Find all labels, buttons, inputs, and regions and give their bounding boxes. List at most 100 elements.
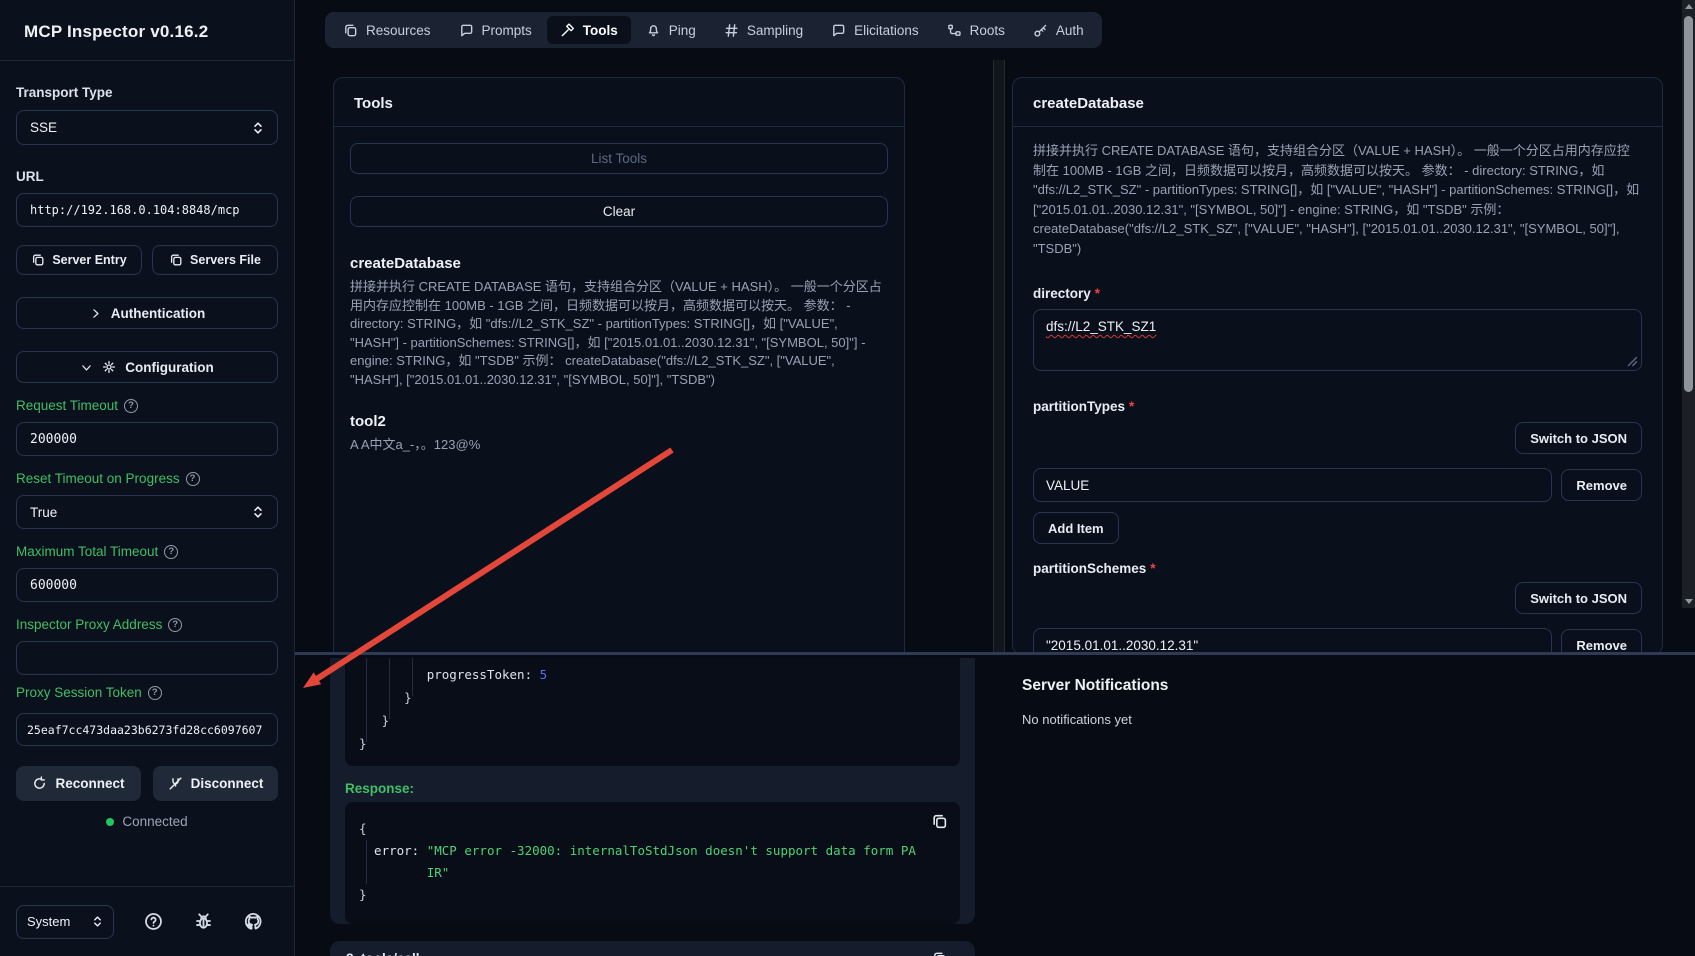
error-message: "MCP error -32000: internalToStdJson doe…: [427, 843, 916, 858]
disconnect-button[interactable]: Disconnect: [153, 766, 278, 801]
chevron-right-icon: [89, 307, 102, 320]
indent-guide: [366, 840, 367, 884]
tool-description: 拼接并执行 CREATE DATABASE 语句，支持组合分区（VALUE + …: [350, 278, 888, 389]
partition-schemes-switch-json-button[interactable]: Switch to JSON: [1515, 582, 1642, 614]
main-area: Resources Prompts Tools Ping Sampling El…: [295, 0, 1695, 956]
partition-types-label: partitionTypes*: [1033, 399, 1642, 414]
transport-type-select[interactable]: SSE: [16, 110, 278, 145]
tool-detail-panel: createDatabase 拼接并执行 CREATE DATABASE 语句，…: [1012, 77, 1663, 655]
server-entry-button[interactable]: Server Entry: [16, 245, 142, 275]
max-timeout-input[interactable]: 600000: [16, 568, 278, 602]
servers-file-label: Servers File: [190, 253, 261, 267]
copy-response-button[interactable]: [931, 813, 948, 831]
authentication-toggle[interactable]: Authentication: [16, 297, 278, 329]
sidebar: MCP Inspector v0.16.2 Transport Type SSE…: [0, 0, 295, 956]
directory-textarea[interactable]: dfs://L2_STK_SZ1: [1033, 309, 1642, 371]
help-icon[interactable]: ?: [148, 686, 162, 700]
tab-bar: Resources Prompts Tools Ping Sampling El…: [325, 12, 1102, 48]
hash-icon: [724, 23, 739, 38]
reset-timeout-label: Reset Timeout on Progress ?: [16, 471, 278, 486]
scroll-down-arrow[interactable]: [1685, 599, 1693, 604]
proxy-address-input[interactable]: [16, 641, 278, 675]
help-button[interactable]: [142, 911, 164, 933]
page-scrollbar[interactable]: [1682, 0, 1695, 608]
scrollbar-thumb[interactable]: [1684, 16, 1693, 392]
tools-pane-scrollbar-track[interactable]: [993, 60, 1005, 652]
app-title: MCP Inspector v0.16.2: [0, 0, 294, 60]
session-token-input[interactable]: 25eaf7cc473daa23b6273fd28cc6097607: [16, 713, 278, 746]
request-timeout-input[interactable]: 200000: [16, 422, 278, 456]
files-icon: [343, 23, 358, 38]
copy-icon: [31, 253, 45, 267]
tab-roots[interactable]: Roots: [934, 16, 1018, 44]
help-icon[interactable]: ?: [164, 545, 178, 559]
bug-report-button[interactable]: [192, 911, 214, 933]
select-chevrons-icon: [92, 914, 103, 929]
clear-button[interactable]: Clear: [350, 196, 888, 227]
resize-handle-icon[interactable]: [1627, 356, 1638, 367]
response-json-block: { error: "MCP error -32000: internalToSt…: [345, 802, 960, 924]
response-label: Response:: [345, 781, 975, 797]
servers-file-button[interactable]: Servers File: [152, 245, 278, 275]
divider: [1013, 126, 1662, 127]
server-notifications: Server Notifications No notifications ye…: [1022, 677, 1168, 727]
help-icon[interactable]: ?: [124, 399, 138, 413]
indent-guide: [366, 658, 367, 742]
tab-ping[interactable]: Ping: [633, 16, 709, 44]
tab-prompts[interactable]: Prompts: [446, 16, 545, 44]
partition-types-item-input[interactable]: VALUE: [1033, 468, 1552, 502]
partition-schemes-item-input[interactable]: "2015.01.01..2030.12.31": [1033, 628, 1552, 655]
tool-detail-description: 拼接并执行 CREATE DATABASE 语句，支持组合分区（VALUE + …: [1033, 141, 1642, 258]
notifications-empty-text: No notifications yet: [1022, 712, 1168, 727]
copy-icon: [931, 813, 948, 830]
partition-types-remove-button[interactable]: Remove: [1561, 469, 1642, 501]
progress-token-value: 5: [540, 667, 548, 682]
partition-types-add-item-button[interactable]: Add Item: [1033, 512, 1119, 544]
list-tools-button[interactable]: List Tools: [350, 143, 888, 174]
partition-schemes-label: partitionSchemes*: [1033, 561, 1642, 576]
tools-panel-title: Tools: [334, 78, 904, 126]
hammer-icon: [560, 23, 575, 38]
sidebar-footer: System: [0, 886, 294, 956]
tab-resources[interactable]: Resources: [330, 16, 444, 44]
github-button[interactable]: [242, 911, 264, 933]
help-icon: [144, 912, 163, 931]
reset-timeout-select[interactable]: True: [16, 495, 278, 529]
copy-icon: [932, 951, 947, 956]
select-chevrons-icon: [252, 120, 264, 136]
tab-auth[interactable]: Auth: [1020, 16, 1097, 44]
help-icon[interactable]: ?: [168, 618, 182, 632]
url-input[interactable]: http://192.168.0.104:8848/mcp: [16, 193, 278, 227]
tool-detail-title: createDatabase: [1013, 78, 1662, 126]
transport-type-label: Transport Type: [16, 85, 278, 100]
connected-dot: [106, 818, 114, 826]
connection-status: Connected: [16, 814, 278, 829]
tool-item-createdatabase[interactable]: createDatabase: [350, 255, 888, 272]
tools-panel: Tools List Tools Clear createDatabase 拼接…: [333, 77, 905, 677]
tool-item-tool2[interactable]: tool2: [350, 413, 888, 430]
copy-request-button[interactable]: [932, 950, 947, 956]
history-pane: progressToken: 5 } } } Response: { error…: [295, 652, 1695, 956]
unplug-icon: [168, 776, 183, 791]
tree-icon: [947, 23, 962, 38]
indent-guide: [412, 658, 413, 696]
transport-type-value: SSE: [30, 120, 57, 135]
configuration-toggle[interactable]: Configuration: [16, 351, 278, 383]
request-timeout-label: Request Timeout ?: [16, 398, 278, 413]
max-timeout-label: Maximum Total Timeout ?: [16, 544, 278, 559]
scroll-up-arrow[interactable]: [1685, 4, 1693, 9]
reconnect-button[interactable]: Reconnect: [16, 766, 141, 801]
tab-tools[interactable]: Tools: [547, 16, 631, 44]
directory-value: dfs://L2_STK_SZ1: [1046, 319, 1156, 334]
theme-select[interactable]: System: [16, 905, 114, 939]
authentication-label: Authentication: [111, 306, 206, 321]
request-json-block: progressToken: 5 } } }: [345, 658, 960, 766]
history-entry-collapsed[interactable]: 8. tools/call: [330, 941, 975, 956]
chat-icon: [459, 23, 474, 38]
tab-sampling[interactable]: Sampling: [711, 16, 816, 44]
partition-types-switch-json-button[interactable]: Switch to JSON: [1515, 422, 1642, 454]
chat-icon: [831, 23, 846, 38]
tab-elicitations[interactable]: Elicitations: [818, 16, 932, 44]
help-icon[interactable]: ?: [186, 472, 200, 486]
required-mark: *: [1095, 286, 1100, 301]
